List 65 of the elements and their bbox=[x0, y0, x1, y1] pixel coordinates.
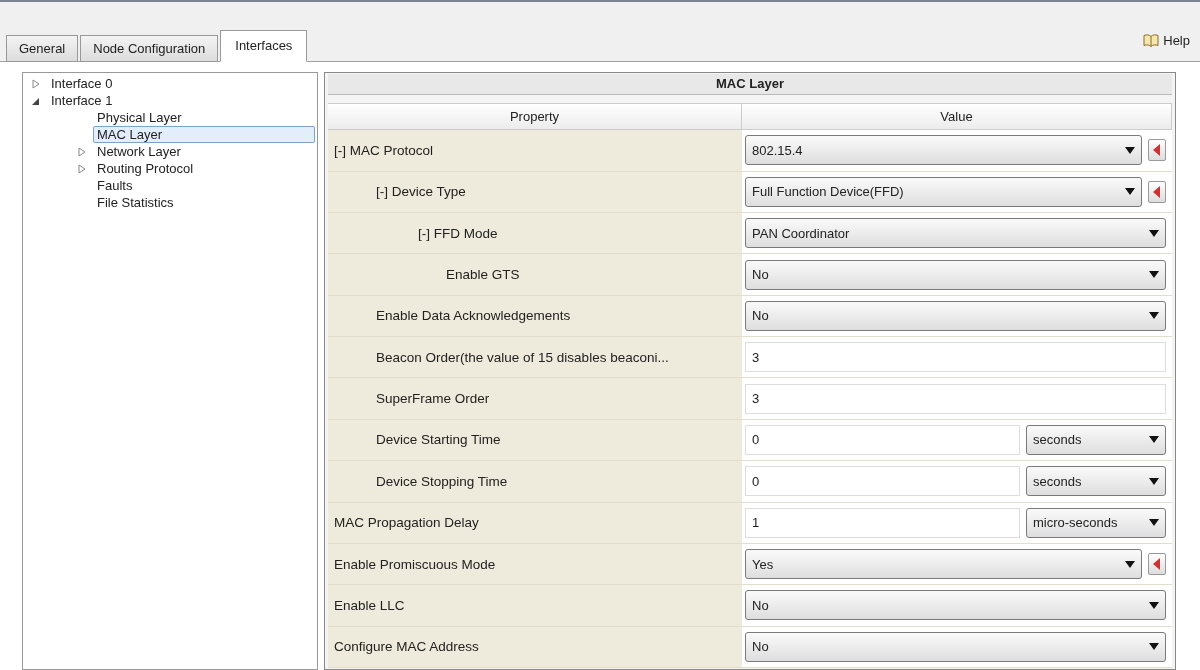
left-arrow-icon bbox=[1153, 185, 1161, 198]
property-label: [-] FFD Mode bbox=[418, 225, 498, 241]
property-label: [-] MAC Protocol bbox=[334, 142, 434, 158]
dropdown-arrow-icon bbox=[1149, 436, 1159, 444]
text-field[interactable]: 0 bbox=[745, 424, 1020, 455]
dropdown-arrow-icon bbox=[1125, 146, 1135, 154]
property-label: Enable LLC bbox=[334, 597, 405, 613]
text-field[interactable]: 0 bbox=[745, 466, 1020, 497]
dropdown[interactable]: 802.15.4 bbox=[745, 135, 1142, 166]
text-field[interactable]: 1 bbox=[745, 507, 1020, 538]
collapsed-triangle-icon[interactable] bbox=[77, 146, 87, 157]
property-label: Beacon Order(the value of 15 disables beaconi... bbox=[376, 349, 669, 365]
property-label: MAC Propagation Delay bbox=[334, 515, 479, 531]
tree-item[interactable]: Faults bbox=[93, 177, 137, 194]
dropdown-arrow-icon bbox=[1149, 271, 1159, 279]
tree-item[interactable]: Routing Protocol bbox=[93, 160, 198, 177]
property-label: Enable Promiscuous Mode bbox=[334, 556, 496, 572]
property-label: Enable Data Acknowledgements bbox=[376, 308, 571, 324]
dropdown[interactable]: No bbox=[745, 631, 1166, 662]
unit-dropdown[interactable]: seconds bbox=[1026, 466, 1166, 497]
text-field[interactable]: 3 bbox=[745, 383, 1166, 414]
tab[interactable]: Interfaces bbox=[220, 30, 308, 62]
property-label: Enable GTS bbox=[446, 267, 520, 283]
property-label: Device Starting Time bbox=[376, 432, 501, 448]
tree-item[interactable]: Physical Layer bbox=[93, 109, 186, 126]
property-label: Device Stopping Time bbox=[376, 473, 508, 489]
dropdown-arrow-icon bbox=[1149, 601, 1159, 609]
tree-item[interactable]: Interface 1 bbox=[47, 92, 117, 109]
collapsed-triangle-icon[interactable] bbox=[31, 78, 41, 89]
tab[interactable]: General bbox=[6, 35, 79, 62]
property-label: [-] Device Type bbox=[376, 184, 466, 200]
dropdown-arrow-icon bbox=[1125, 560, 1135, 568]
dropdown-arrow-icon bbox=[1149, 312, 1159, 320]
help-link[interactable]: Help bbox=[1163, 33, 1190, 48]
tree-item[interactable]: Network Layer bbox=[93, 143, 185, 160]
left-arrow-icon bbox=[1153, 558, 1161, 571]
dropdown[interactable]: No bbox=[745, 590, 1166, 621]
panel-title: MAC Layer bbox=[328, 74, 1172, 95]
tree-item[interactable]: MAC Layer bbox=[93, 126, 315, 143]
tree-item[interactable]: Interface 0 bbox=[47, 75, 117, 92]
reset-button[interactable] bbox=[1148, 180, 1166, 203]
collapsed-triangle-icon[interactable] bbox=[77, 163, 87, 174]
reset-button[interactable] bbox=[1148, 139, 1166, 162]
reset-button[interactable] bbox=[1148, 553, 1166, 576]
dropdown[interactable]: Full Function Device(FFD) bbox=[745, 176, 1142, 207]
book-icon bbox=[1143, 34, 1160, 47]
text-field[interactable]: 3 bbox=[745, 342, 1166, 373]
dropdown-arrow-icon bbox=[1149, 229, 1159, 237]
unit-dropdown[interactable]: seconds bbox=[1026, 424, 1166, 455]
dropdown-arrow-icon bbox=[1149, 643, 1159, 651]
dropdown[interactable]: No bbox=[745, 300, 1166, 331]
tree-item[interactable]: File Statistics bbox=[93, 194, 178, 211]
unit-dropdown[interactable]: micro-seconds bbox=[1026, 507, 1166, 538]
property-label: Configure MAC Address bbox=[334, 639, 479, 655]
dropdown[interactable]: Yes bbox=[745, 549, 1142, 580]
dropdown[interactable]: No bbox=[745, 259, 1166, 290]
dropdown-arrow-icon bbox=[1149, 477, 1159, 485]
column-header: Property bbox=[328, 103, 742, 130]
property-label: SuperFrame Order bbox=[376, 391, 490, 407]
left-arrow-icon bbox=[1153, 144, 1161, 157]
dropdown-arrow-icon bbox=[1149, 519, 1159, 527]
column-header: Value bbox=[742, 103, 1172, 130]
dropdown-arrow-icon bbox=[1125, 188, 1135, 196]
dropdown[interactable]: PAN Coordinator bbox=[745, 218, 1166, 249]
tab[interactable]: Node Configuration bbox=[80, 35, 219, 62]
